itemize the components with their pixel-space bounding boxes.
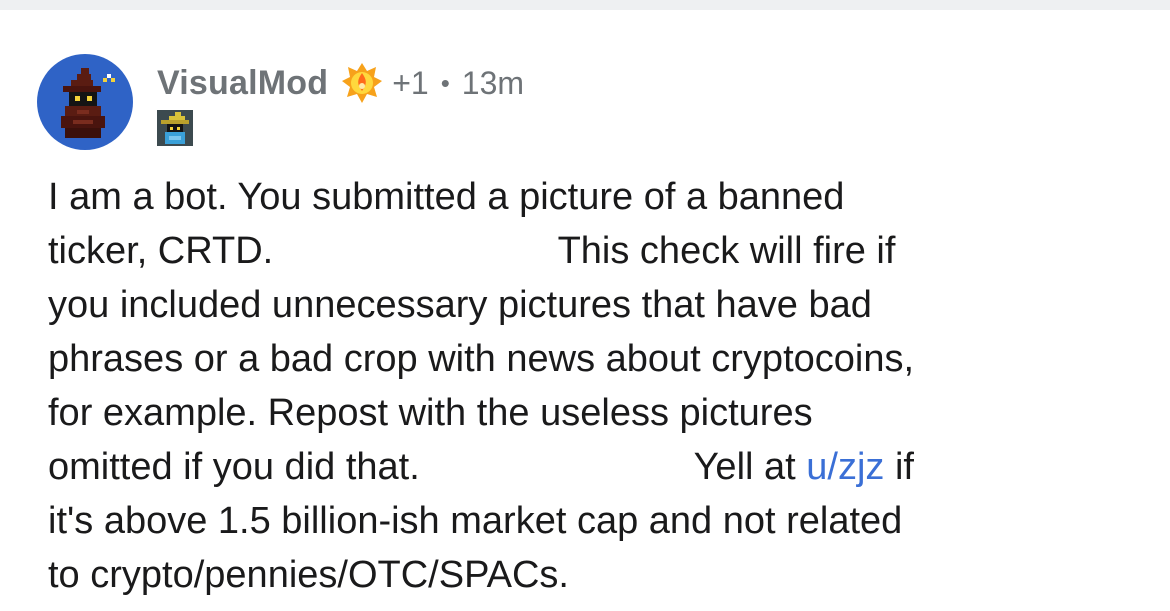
top-divider-strip xyxy=(0,0,1170,10)
body-line-1: I am a bot. You submitted a picture of a… xyxy=(48,176,845,218)
body-line-7: it's above 1.5 billion-ish market cap an… xyxy=(48,500,903,542)
body-line-6-suffix: if xyxy=(884,446,914,488)
separator-dot: • xyxy=(440,67,450,98)
timestamp: 13m xyxy=(461,64,525,101)
body-line-2: ticker, CRTD. This check will fire if xyxy=(48,230,896,272)
body-line-3: you included unnecessary pictures that h… xyxy=(48,284,872,326)
body-line-6-prefix: omitted if you did that. Yell at xyxy=(48,446,807,488)
black-mage-flair-icon xyxy=(157,110,193,146)
user-link-zjz[interactable]: u/zjz xyxy=(806,446,884,488)
award-count: +1 xyxy=(392,64,429,101)
body-line-5: for example. Repost with the useless pic… xyxy=(48,392,813,434)
wholesome-seal-award-icon[interactable] xyxy=(340,61,384,105)
body-line-8: to crypto/pennies/OTC/SPACs. xyxy=(48,554,569,596)
comment-header: VisualMod +1 • 13m xyxy=(157,58,524,108)
black-mage-avatar-icon[interactable] xyxy=(37,54,133,150)
body-line-4: phrases or a bad crop with news about cr… xyxy=(48,338,915,380)
username-link[interactable]: VisualMod xyxy=(157,64,328,103)
body-line-6: omitted if you did that. Yell at u/zjz i… xyxy=(48,440,1138,494)
comment-body: I am a bot. You submitted a picture of a… xyxy=(48,170,1138,602)
comment-card: VisualMod +1 • 13m I am a bot. You submi… xyxy=(0,10,1170,611)
